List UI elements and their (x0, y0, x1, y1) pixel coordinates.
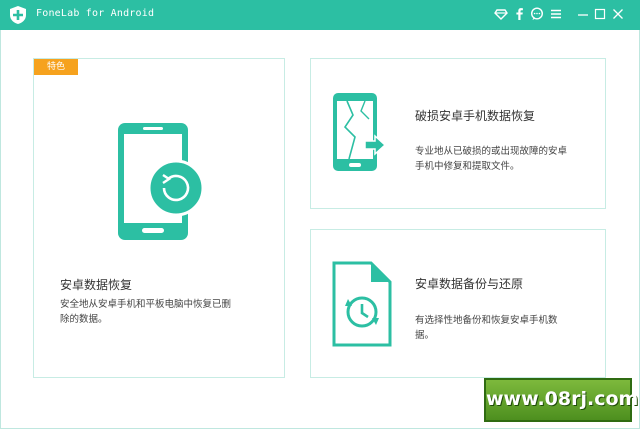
menu-icon[interactable] (549, 7, 563, 21)
broken-android-recovery-title: 破损安卓手机数据恢复 (415, 109, 536, 123)
desc-line: 安全地从安卓手机和平板电脑中恢复已删 (60, 299, 232, 310)
android-data-recovery-desc: 安全地从安卓手机和平板电脑中恢复已删 除的数据。 (60, 297, 231, 327)
title-bar: FoneLab for Android (0, 0, 640, 30)
desc-line: 除的数据。 (60, 314, 108, 325)
site-watermark: www.08rj.com (484, 378, 639, 422)
phone-recovery-icon (118, 123, 205, 240)
android-backup-restore-desc: 有选择性地备份和恢复安卓手机数 据。 (415, 313, 558, 343)
broken-android-recovery-desc: 专业地从已破损的或出现故障的安卓 手机中修复和提取文件。 (415, 144, 567, 174)
diamond-icon[interactable] (494, 7, 508, 21)
maximize-icon[interactable] (593, 7, 607, 21)
desc-line: 有选择性地备份和恢复安卓手机数 (415, 315, 558, 326)
facebook-icon[interactable] (512, 7, 526, 21)
chat-icon[interactable] (530, 7, 544, 21)
android-data-recovery-card[interactable]: 特色 安卓数据恢复 安全地从安卓手机和平板电脑中恢复已删 除的数据。 (33, 58, 285, 378)
desc-line: 专业地从已破损的或出现故障的安卓 (415, 146, 568, 157)
desc-line: 据。 (415, 330, 435, 341)
desc-line: 手机中修复和提取文件。 (415, 161, 520, 172)
broken-phone-icon (333, 93, 387, 171)
app-logo-icon (10, 6, 26, 24)
android-backup-restore-card[interactable]: 安卓数据备份与还原 有选择性地备份和恢复安卓手机数 据。 (310, 229, 606, 378)
app-title: FoneLab for Android (36, 8, 155, 19)
backup-restore-icon (332, 261, 392, 347)
close-icon[interactable] (611, 7, 625, 21)
featured-badge: 特色 (34, 59, 78, 75)
minimize-icon[interactable] (576, 7, 590, 21)
watermark-text: www.08rj.com (486, 388, 639, 410)
android-backup-restore-title: 安卓数据备份与还原 (415, 277, 524, 291)
android-data-recovery-title: 安卓数据恢复 (60, 278, 133, 292)
broken-android-recovery-card[interactable]: 破损安卓手机数据恢复 专业地从已破损的或出现故障的安卓 手机中修复和提取文件。 (310, 58, 606, 209)
